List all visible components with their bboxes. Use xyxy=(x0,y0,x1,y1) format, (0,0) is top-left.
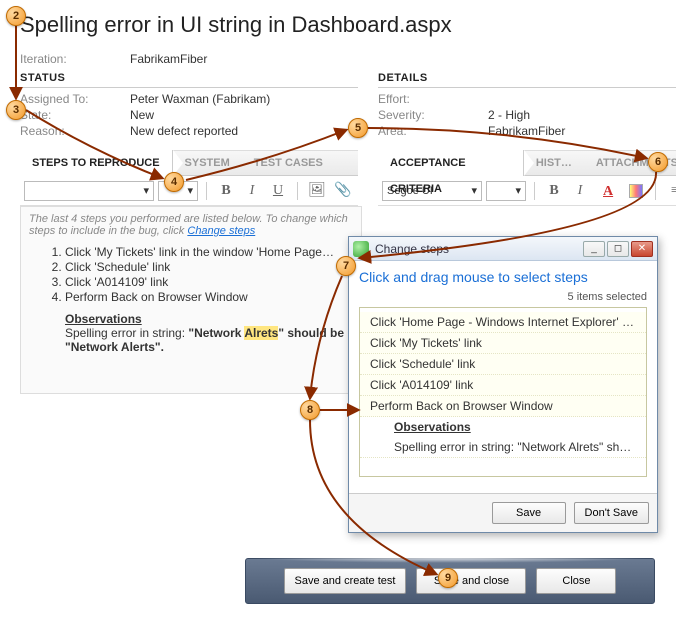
close-button[interactable]: ✕ xyxy=(631,241,653,257)
callout-2: 2 xyxy=(6,6,26,26)
chevron-down-icon: ▾ xyxy=(515,182,521,200)
step-option[interactable]: Perform Back on Browser Window xyxy=(360,396,646,417)
step-item: Perform Back on Browser Window xyxy=(65,290,353,304)
area-label: Area: xyxy=(378,124,488,138)
details-header: DETAILS xyxy=(378,72,676,88)
change-steps-dialog: Change steps _ ◻ ✕ Click and drag mouse … xyxy=(348,236,658,533)
state-value: New xyxy=(130,108,154,122)
state-label: State: xyxy=(20,108,130,122)
callout-7: 7 xyxy=(336,256,356,276)
step-item: Click 'A014109' link xyxy=(65,275,353,289)
font-size-select[interactable]: ▾ xyxy=(486,181,526,201)
assignedto-value: Peter Waxman (Fabrikam) xyxy=(130,92,270,106)
tab-steps-to-reproduce[interactable]: STEPS TO REPRODUCE xyxy=(20,150,173,176)
step-item: Click 'My Tickets' link in the window 'H… xyxy=(65,245,353,259)
status-header: STATUS xyxy=(20,72,358,88)
attach-button[interactable]: 📎 xyxy=(332,180,354,202)
dialog-instruction: Click and drag mouse to select steps xyxy=(359,269,647,285)
callout-9: 9 xyxy=(438,568,458,588)
step-option[interactable]: Click 'A014109' link xyxy=(360,375,646,396)
area-value: FabrikamFiber xyxy=(488,124,565,138)
change-steps-link[interactable]: Change steps xyxy=(187,225,255,237)
step-option[interactable]: Click 'Home Page - Windows Internet Expl… xyxy=(360,312,646,333)
page-title: Spelling error in UI string in Dashboard… xyxy=(20,12,660,38)
steps-selector[interactable]: Click 'Home Page - Windows Internet Expl… xyxy=(359,307,647,477)
italic-button[interactable]: I xyxy=(569,180,591,202)
tab-test-cases[interactable]: TEST CASES xyxy=(242,150,335,176)
callout-6: 6 xyxy=(648,152,668,172)
font-color-button[interactable]: A xyxy=(599,180,621,202)
reason-label: Reason: xyxy=(20,124,130,138)
status-column: STATUS Assigned To:Peter Waxman (Fabrika… xyxy=(20,72,358,394)
dialog-dont-save-button[interactable]: Don't Save xyxy=(574,502,649,524)
font-family-select[interactable]: ▾ xyxy=(24,181,154,201)
dialog-titlebar[interactable]: Change steps _ ◻ ✕ xyxy=(349,237,657,261)
save-and-close-button[interactable]: Save and close xyxy=(416,568,526,594)
callout-8: 8 xyxy=(300,400,320,420)
assignedto-label: Assigned To: xyxy=(20,92,130,106)
steps-list: Click 'My Tickets' link in the window 'H… xyxy=(65,245,353,304)
callout-3: 3 xyxy=(6,100,26,120)
save-and-create-test-button[interactable]: Save and create test xyxy=(284,568,407,594)
step-item: Click 'Schedule' link xyxy=(65,260,353,274)
reason-value: New defect reported xyxy=(130,124,238,138)
iteration-value: FabrikamFiber xyxy=(130,52,207,66)
left-toolbar: ▾ ▾ B I U 🖼 📎 xyxy=(20,176,358,206)
dialog-save-button[interactable]: Save xyxy=(492,502,566,524)
bold-button[interactable]: B xyxy=(543,180,565,202)
callout-5: 5 xyxy=(348,118,368,138)
iteration-label: Iteration: xyxy=(20,52,130,66)
steps-hint: The last 4 steps you performed are liste… xyxy=(29,213,353,237)
steps-editor[interactable]: The last 4 steps you performed are liste… xyxy=(20,206,362,394)
tab-system[interactable]: SYSTEM xyxy=(173,150,242,176)
chevron-down-icon: ▾ xyxy=(143,182,149,200)
left-tabstrip: STEPS TO REPRODUCE SYSTEM TEST CASES xyxy=(20,150,358,176)
underline-button[interactable]: U xyxy=(267,180,289,202)
step-option[interactable]: Click 'Schedule' link xyxy=(360,354,646,375)
app-icon xyxy=(353,241,369,257)
highlight-button[interactable] xyxy=(625,180,647,202)
minimize-button[interactable]: _ xyxy=(583,241,605,257)
selected-count: 5 items selected xyxy=(359,291,647,303)
dialog-title: Change steps xyxy=(375,242,583,256)
close-button[interactable]: Close xyxy=(536,568,616,594)
chevron-down-icon: ▾ xyxy=(187,182,193,200)
align-button[interactable]: ≡ xyxy=(664,180,676,202)
callout-4: 4 xyxy=(164,172,184,192)
right-tabstrip: ACCEPTANCE CRITERIA HIST… ATTACHMENTS xyxy=(378,150,676,176)
tab-acceptance-criteria[interactable]: ACCEPTANCE CRITERIA xyxy=(378,150,524,176)
step-option[interactable]: Click 'My Tickets' link xyxy=(360,333,646,354)
severity-label: Severity: xyxy=(378,108,488,122)
observations-header: Observations xyxy=(65,312,353,326)
image-button[interactable]: 🖼 xyxy=(306,180,328,202)
chevron-down-icon: ▾ xyxy=(471,182,477,200)
effort-label: Effort: xyxy=(378,92,488,106)
observations-text: Spelling error in string: "Network Alret… xyxy=(360,437,646,458)
maximize-button[interactable]: ◻ xyxy=(607,241,629,257)
observations-header: Observations xyxy=(360,417,646,437)
bold-button[interactable]: B xyxy=(215,180,237,202)
severity-value: 2 - High xyxy=(488,108,530,122)
observations-body: Spelling error in string: "Network Alret… xyxy=(65,326,353,354)
italic-button[interactable]: I xyxy=(241,180,263,202)
